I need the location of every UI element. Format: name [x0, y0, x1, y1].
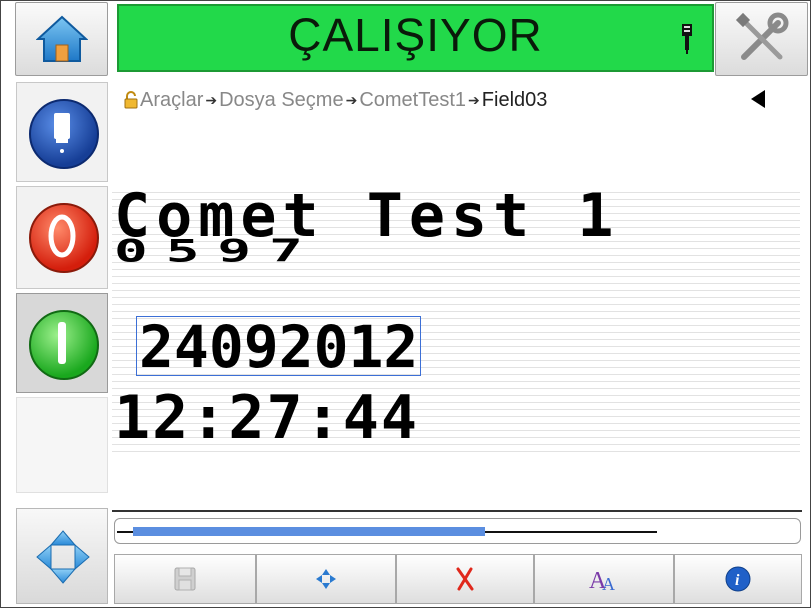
breadcrumb: Araçlar ➔ Dosya Seçme ➔ CometTest1 ➔ Fie… — [124, 86, 547, 114]
home-icon — [36, 15, 88, 62]
start-button[interactable] — [16, 293, 108, 393]
divider — [112, 510, 802, 512]
breadcrumb-item-file-select[interactable]: Dosya Seçme — [219, 89, 344, 112]
navigation-button[interactable] — [16, 508, 108, 604]
info-icon: i — [725, 566, 751, 592]
scroll-thumb[interactable] — [133, 527, 485, 536]
ink-level-icon — [682, 24, 692, 54]
delete-button[interactable] — [396, 554, 534, 604]
start-icon — [29, 310, 99, 380]
ink-button[interactable] — [16, 82, 108, 182]
horizontal-scrollbar[interactable] — [114, 518, 801, 544]
tools-icon — [735, 12, 789, 60]
delete-icon — [456, 567, 474, 591]
font-icon: A A — [589, 568, 615, 592]
breadcrumb-item-field03: Field03 — [481, 88, 548, 111]
info-button[interactable]: i — [674, 554, 802, 604]
back-arrow-icon[interactable] — [751, 90, 765, 108]
status-bar: ÇALIŞIYOR — [117, 4, 714, 72]
save-icon — [174, 567, 196, 591]
message-line-3-selected[interactable]: 24092012 — [136, 316, 422, 377]
tools-button[interactable] — [715, 2, 808, 76]
save-button[interactable] — [114, 554, 256, 604]
empty-slot-button — [16, 397, 108, 493]
arrow-right-icon: ➔ — [468, 91, 480, 108]
font-button[interactable]: A A — [534, 554, 674, 604]
svg-text:i: i — [735, 572, 740, 589]
lock-icon — [124, 91, 138, 109]
direction-pad-icon — [36, 530, 90, 584]
arrow-right-icon: ➔ — [345, 91, 358, 108]
stop-icon — [29, 203, 99, 273]
ink-bottle-icon — [29, 99, 99, 169]
arrow-right-icon: ➔ — [205, 91, 218, 108]
message-line-2[interactable]: 0597 — [114, 236, 321, 267]
home-button[interactable] — [15, 2, 108, 76]
move-icon — [316, 569, 336, 589]
stop-button[interactable] — [16, 186, 108, 289]
message-line-4[interactable]: 12:27:44 — [114, 388, 419, 448]
breadcrumb-item-comettest1[interactable]: CometTest1 — [359, 89, 466, 112]
breadcrumb-item-tools[interactable]: Araçlar — [140, 89, 203, 112]
move-button[interactable] — [256, 554, 396, 604]
svg-text:A: A — [602, 574, 615, 592]
status-text: ÇALIŞIYOR — [288, 9, 543, 61]
